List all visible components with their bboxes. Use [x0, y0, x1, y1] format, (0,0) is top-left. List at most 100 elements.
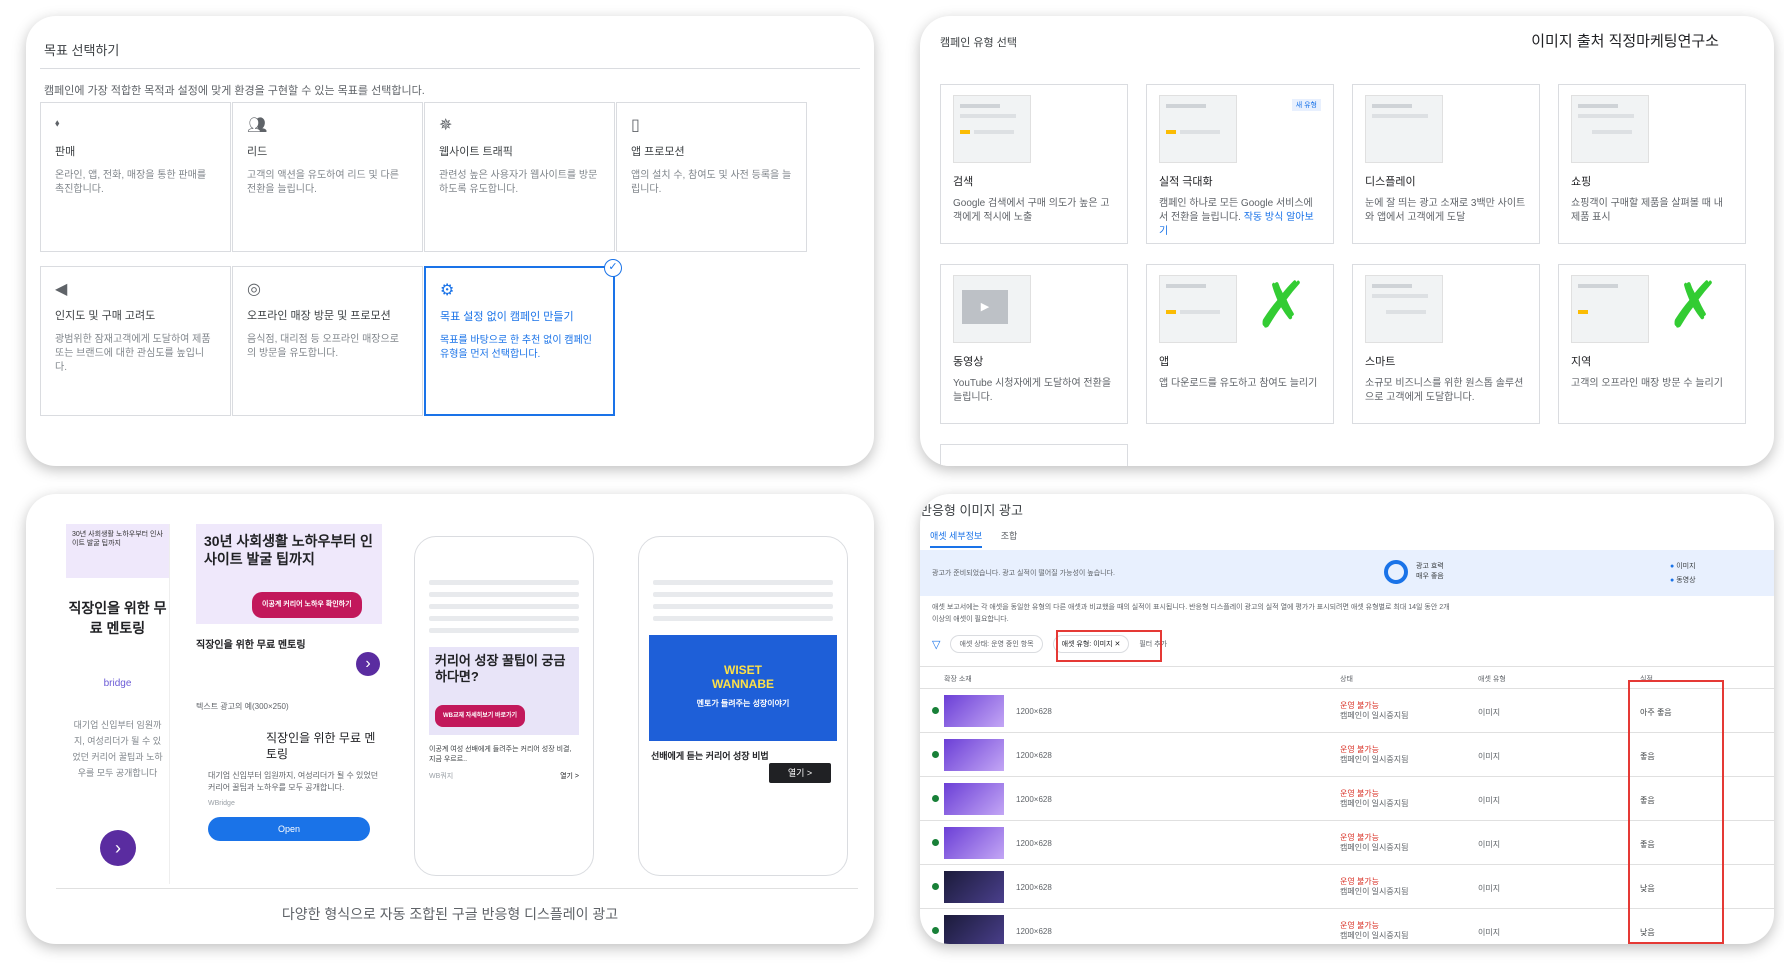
- text-ad-title: 직장인을 위한 무료 멘토링: [266, 731, 376, 761]
- asset-status: 운영 불가능 캠페인이 일시중지됨: [1340, 789, 1408, 809]
- campaign-card-smart[interactable]: 스마트 소규모 비즈니스를 위한 원스톱 솔루션으로 고객에게 도달합니다.: [1352, 264, 1540, 424]
- asset-size: 1200×628: [1016, 795, 1052, 804]
- asset-size: 1200×628: [1016, 839, 1052, 848]
- goal-desc: 음식점, 대리점 등 오프라인 매장으로의 방문을 유도합니다.: [247, 334, 399, 359]
- column-header[interactable]: 애셋 유형: [1478, 674, 1506, 684]
- ad-title: 직장인을 위한 무료 멘토링: [68, 600, 167, 636]
- campaign-card-local[interactable]: ✗ 지역 고객의 오프라인 매장 방문 수 늘리기: [1558, 264, 1746, 424]
- tab-combinations[interactable]: 조합: [1001, 531, 1018, 541]
- asset-status: 운영 불가능 캠페인이 일시중지됨: [1340, 833, 1408, 853]
- ad-strength-value: 매우 좋음: [1416, 573, 1444, 580]
- status-detail: 캠페인이 일시중지됨: [1340, 799, 1409, 808]
- open-button[interactable]: Open: [208, 817, 370, 841]
- check-circle-icon: ●: [1670, 563, 1675, 570]
- tab-asset-details[interactable]: 애셋 세부정보: [930, 531, 983, 548]
- status-dot: [932, 927, 939, 934]
- card-name: 앱: [1159, 356, 1170, 368]
- card-name: 동영상: [953, 356, 984, 368]
- cta-pill[interactable]: WB교재 자세히보기 바로가기: [435, 705, 526, 727]
- campaign-card-app[interactable]: ✗ 앱 앱 다운로드를 유도하고 참여도 늘리기: [1146, 264, 1334, 424]
- card-desc: Google 검색에서 구매 의도가 높은 고객에게 적시에 노출: [953, 198, 1110, 223]
- goal-name: 인지도 및 구매 고려도: [55, 310, 156, 322]
- ad-strength-ring: [1384, 560, 1408, 584]
- asset-status: 운영 불가능 캠페인이 일시중지됨: [1340, 701, 1408, 721]
- highlight-box-performance: [1628, 680, 1724, 944]
- card-desc: YouTube 시청자에게 도달하여 전환을 늘립니다.: [953, 378, 1112, 403]
- next-arrow-icon[interactable]: ›: [100, 830, 136, 866]
- notice-text: 애셋 보고서에는 각 애셋을 동일한 유형의 다른 애셋과 비교했을 때의 실적…: [932, 604, 1450, 623]
- status-dot: [932, 751, 939, 758]
- campaign-card-partial[interactable]: [940, 444, 1128, 466]
- goal-card-leads[interactable]: 👥︎ 리드 고객의 액션을 유도하여 리드 및 다른 전환을 늘립니다.: [232, 102, 423, 252]
- goal-card-app-promotion[interactable]: ▯ 앱 프로모션 앱의 설치 수, 참여도 및 사전 등록을 늘립니다.: [616, 102, 807, 252]
- campaign-card-shopping[interactable]: 쇼핑 쇼핑객이 구매할 제품을 살펴볼 때 내 제품 표시: [1558, 84, 1746, 244]
- goal-name: 웹사이트 트래픽: [439, 146, 513, 158]
- status-text: 운영 불가능: [1340, 745, 1380, 754]
- cross-mark-icon: ✗: [1255, 269, 1309, 341]
- campaign-card-search[interactable]: 검색 Google 검색에서 구매 의도가 높은 고객에게 적시에 노출: [940, 84, 1128, 244]
- panel-title: 반응형 이미지 광고: [920, 503, 1023, 518]
- legend-item: ● 동영상: [1670, 574, 1696, 588]
- asset-status: 운영 불가능 캠페인이 일시중지됨: [1340, 877, 1408, 897]
- status-dot: [932, 795, 939, 802]
- ad-strength: 광고 효력 매우 좋음: [1416, 562, 1444, 582]
- ad-brand: WB쿼지: [429, 773, 454, 780]
- check-circle-icon: ●: [1670, 577, 1675, 584]
- asset-size: 1200×628: [1016, 707, 1052, 716]
- status-detail: 캠페인이 일시중지됨: [1340, 755, 1409, 764]
- card-thumbnail: [1365, 95, 1443, 163]
- card-name: 지역: [1571, 356, 1592, 368]
- open-link[interactable]: 열기 >: [560, 771, 579, 781]
- filter-chip-status[interactable]: 애셋 상태: 운영 중인 항목: [950, 635, 1043, 653]
- banner-line2: WANNABE: [712, 677, 774, 691]
- cta-pill[interactable]: 이공계 커리어 노하우 확인하기: [252, 592, 362, 618]
- legend-item: ● 이미지: [1670, 560, 1696, 574]
- ad-headline: 커리어 성장 꿀팁이 궁금하다면?: [435, 653, 566, 684]
- asset-status: 운영 불가능 캠페인이 일시중지됨: [1340, 921, 1408, 941]
- goal-selection-panel: 목표 선택하기 캠페인에 가장 적합한 목적과 설정에 맞게 환경을 구현할 수…: [26, 16, 874, 466]
- divider: [56, 888, 858, 889]
- open-button[interactable]: 열기 >: [769, 763, 831, 783]
- asset-thumbnail: [944, 695, 1004, 727]
- card-desc: 눈에 잘 띄는 광고 소재로 3백만 사이트와 앱에서 고객에게 도달: [1365, 198, 1526, 223]
- filter-icon[interactable]: ▽: [932, 638, 940, 651]
- goal-card-no-goal[interactable]: ✓ ⚙ 목표 설정 없이 캠페인 만들기 목표를 바탕으로 한 추천 없이 캠페…: [424, 259, 622, 416]
- banner-line1: WISET: [724, 663, 762, 677]
- asset-thumbnail: [944, 739, 1004, 771]
- campaign-type-panel: 캠페인 유형 선택 이미지 출처 직정마케팅연구소 검색 Google 검색에서…: [920, 16, 1774, 466]
- card-thumbnail: [1365, 275, 1443, 343]
- campaign-card-video[interactable]: ▶ 동영상 YouTube 시청자에게 도달하여 전환을 늘립니다.: [940, 264, 1128, 424]
- info-text: 광고가 준비되었습니다. 광고 실적이 떨어질 가능성이 높습니다.: [932, 570, 1115, 577]
- campaign-card-display[interactable]: 디스플레이 눈에 잘 띄는 광고 소재로 3백만 사이트와 앱에서 고객에게 도…: [1352, 84, 1540, 244]
- goal-card-store-visits[interactable]: ◎ 오프라인 매장 방문 및 프로모션 음식점, 대리점 등 오프라인 매장으로…: [232, 266, 423, 416]
- goal-card-awareness[interactable]: ◀ 인지도 및 구매 고려도 광범위한 잠재고객에게 도달하여 제품 또는 브랜…: [40, 266, 231, 416]
- goal-card-sales[interactable]: ⬪ 판매 온라인, 앱, 전화, 매장을 통한 판매를 촉진합니다.: [40, 102, 231, 252]
- ad-medium: 30년 사회생활 노하우부터 인사이트 발굴 팁까지 이공계 커리어 노하우 확…: [196, 524, 382, 884]
- placeholder-lines: [639, 537, 847, 621]
- campaign-card-pmax[interactable]: 새 유형 실적 극대화 캠페인 하나로 모든 Google 서비스에서 전환을 …: [1146, 84, 1334, 244]
- divider: [40, 68, 860, 69]
- card-name: 쇼핑: [1571, 176, 1592, 188]
- column-header[interactable]: 확장 소재: [944, 674, 972, 684]
- card-thumbnail: [953, 95, 1031, 163]
- cursor-click-icon: ✵: [439, 117, 453, 134]
- ad-body: 이공계 여성 선배에게 들려주는 커리어 성장 비결, 지금 우르르..: [429, 746, 572, 763]
- asset-thumbnail: [944, 783, 1004, 815]
- legend: ● 이미지 ● 동영상: [1670, 560, 1696, 588]
- brand-logo: bridge: [103, 678, 132, 689]
- asset-status: 운영 불가능 캠페인이 일시중지됨: [1340, 745, 1408, 765]
- tab-bar: 애셋 세부정보 조합: [930, 529, 1033, 548]
- status-dot: [932, 883, 939, 890]
- asset-thumbnail: [944, 827, 1004, 859]
- next-arrow-icon[interactable]: ›: [356, 652, 380, 676]
- card-thumbnail: [1571, 275, 1649, 343]
- goal-desc: 관련성 높은 사용자가 웹사이트를 방문하도록 유도합니다.: [439, 170, 598, 195]
- column-header[interactable]: 상태: [1340, 674, 1353, 684]
- asset-size: 1200×628: [1016, 751, 1052, 760]
- goal-desc: 고객의 액션을 유도하여 리드 및 다른 전환을 늘립니다.: [247, 170, 399, 195]
- phone-mockup-1: 커리어 성장 꿀팁이 궁금하다면? WB교재 자세히보기 바로가기 이공계 여성…: [414, 536, 594, 876]
- panel-caption: 다양한 형식으로 자동 조합된 구글 반응형 디스플레이 광고: [281, 906, 619, 922]
- ad-title: 선배에게 듣는 커리어 성장 비법: [651, 751, 769, 761]
- goal-card-website-traffic[interactable]: ✵ 웹사이트 트래픽 관련성 높은 사용자가 웹사이트를 방문하도록 유도합니다…: [424, 102, 615, 252]
- status-dot: [932, 707, 939, 714]
